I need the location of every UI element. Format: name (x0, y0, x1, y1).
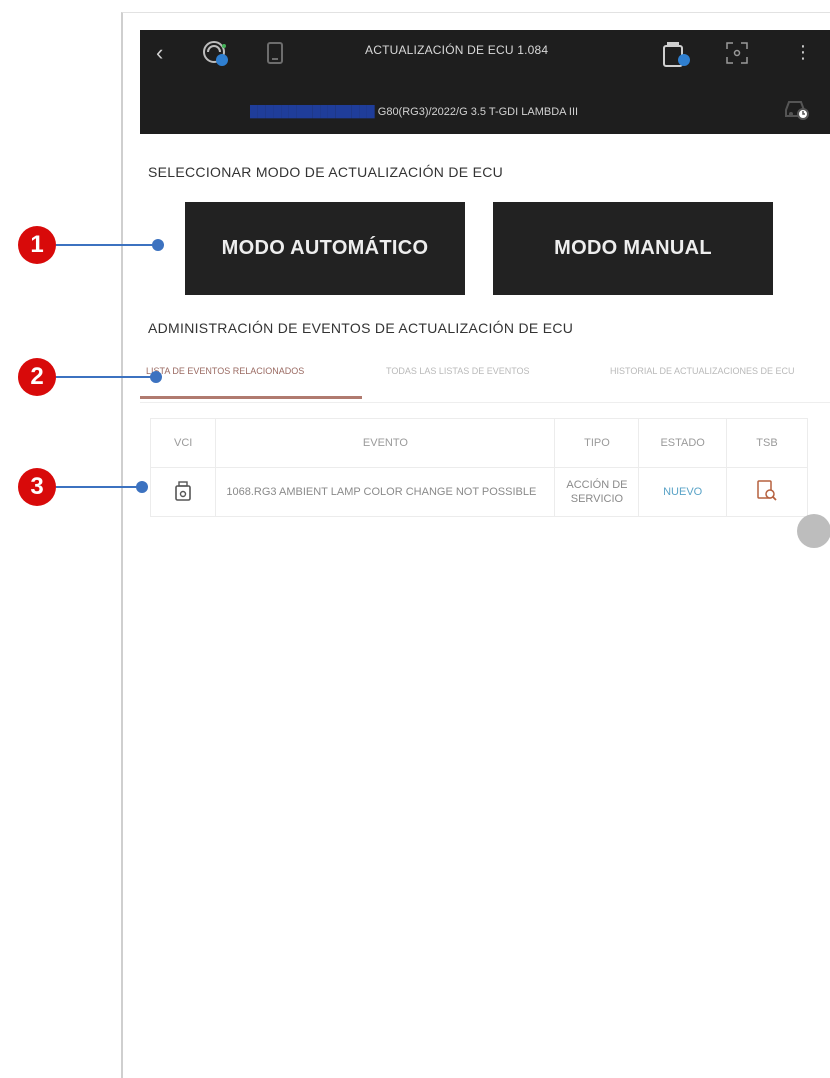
event-type: ACCIÓN DE SERVICIO (554, 467, 640, 517)
callout-2: 2 (18, 358, 56, 396)
phone-icon[interactable] (264, 40, 288, 66)
events-section-title: ADMINISTRACIÓN DE EVENTOS DE ACTUALIZACI… (148, 320, 574, 336)
callout-3-leader (56, 486, 140, 488)
tsb-search-icon[interactable] (755, 479, 779, 506)
vin-hidden: ████████████████ (250, 106, 375, 118)
manual-mode-button[interactable]: MODO MANUAL (493, 202, 773, 295)
callout-3: 3 (18, 468, 56, 506)
events-tabs: LISTA DE EVENTOS RELACIONADOS TODAS LAS … (140, 360, 830, 403)
column-header-vci: VCI (149, 418, 217, 468)
app-header: ‹ ACTUALIZACIÓN DE ECU 1.084 ⋮ █████████… (140, 30, 830, 134)
callout-1-leader (56, 244, 156, 246)
automatic-mode-button[interactable]: MODO AUTOMÁTICO (185, 202, 465, 295)
header-toolbar: ‹ ACTUALIZACIÓN DE ECU 1.084 ⋮ (140, 30, 830, 76)
callout-1-dot (152, 239, 164, 251)
column-header-type: TIPO (554, 418, 640, 468)
table-row[interactable]: 1068.RG3 AMBIENT LAMP COLOR CHANGE NOT P… (149, 467, 809, 517)
column-header-event: EVENTO (215, 418, 556, 468)
active-tab-indicator (140, 396, 362, 399)
more-vert-icon[interactable]: ⋮ (794, 42, 812, 63)
callout-3-dot (136, 481, 148, 493)
mode-section-title: SELECCIONAR MODO DE ACTUALIZACIÓN DE ECU (148, 164, 504, 180)
vci-device-icon[interactable] (660, 40, 690, 67)
page-title: ACTUALIZACIÓN DE ECU 1.084 (365, 43, 549, 57)
events-table: VCI EVENTO TIPO ESTADO TSB 1068.RG3 AMBI… (149, 418, 809, 517)
callout-1: 1 (18, 226, 56, 264)
vehicle-gauge-icon[interactable] (202, 40, 228, 66)
vehicle-description: G80(RG3)/2022/G 3.5 T-GDI LAMBDA III (377, 106, 579, 118)
callout-2-dot (150, 371, 162, 383)
table-header-row: VCI EVENTO TIPO ESTADO TSB (149, 418, 809, 468)
vci-icon (174, 480, 192, 505)
back-arrow-icon[interactable]: ‹ (156, 40, 163, 66)
tsb-cell[interactable] (725, 467, 809, 517)
scan-icon[interactable] (724, 40, 748, 66)
column-header-status: ESTADO (638, 418, 727, 468)
vehicle-info: ████████████████ G80(RG3)/2022/G 3.5 T-G… (140, 106, 830, 130)
tab-related-events[interactable]: LISTA DE EVENTOS RELACIONADOS (146, 366, 304, 376)
status-badge: NUEVO (638, 467, 727, 517)
side-drawer-handle[interactable] (797, 514, 830, 548)
car-status-icon[interactable] (782, 92, 812, 127)
vci-cell (149, 467, 217, 517)
tab-all-events[interactable]: TODAS LAS LISTAS DE EVENTOS (386, 366, 530, 376)
callout-2-leader (56, 376, 154, 378)
tab-update-history[interactable]: HISTORIAL DE ACTUALIZACIONES DE ECU (610, 366, 795, 376)
event-name[interactable]: 1068.RG3 AMBIENT LAMP COLOR CHANGE NOT P… (215, 467, 556, 517)
column-header-tsb: TSB (725, 418, 809, 468)
